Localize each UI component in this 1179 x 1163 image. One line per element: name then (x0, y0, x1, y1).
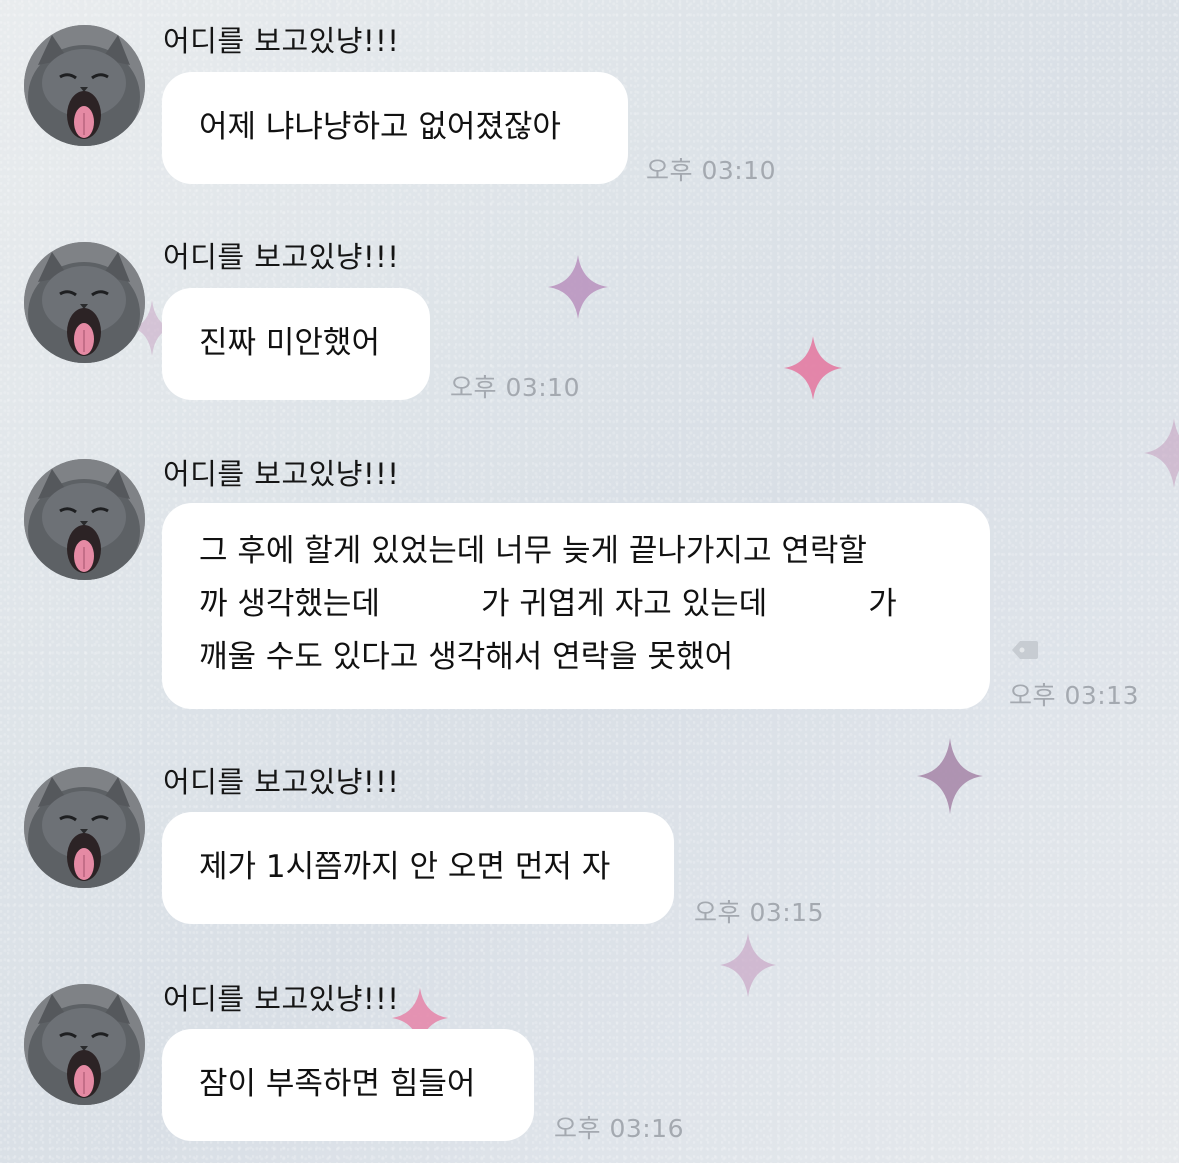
timestamp: 오후 03:16 (554, 1114, 684, 1143)
message-text: 그 후에 할게 있었는데 너무 늦게 끝나가지고 연락할 (199, 533, 867, 569)
message-bubble[interactable]: 잠이 부족하면 힘들어 (162, 1029, 534, 1141)
avatar[interactable] (24, 984, 145, 1105)
message-text: 어제 냐냐냥하고 없어졌잖아 (199, 109, 561, 145)
message-text: 제가 1시쯤까지 안 오면 먼저 자 (199, 849, 611, 885)
message-text: 잠이 부족하면 힘들어 (199, 1066, 476, 1102)
sender-name: 어디를 보고있냥!!! (163, 457, 400, 491)
timestamp: 오후 03:13 (1009, 681, 1139, 710)
message-bubble[interactable]: 제가 1시쯤까지 안 오면 먼저 자 (162, 812, 674, 924)
avatar[interactable] (24, 767, 145, 888)
cat-avatar-icon (24, 459, 145, 580)
sparkle-icon (784, 336, 842, 400)
cat-avatar-icon (24, 767, 145, 888)
message-bubble[interactable]: 어제 냐냐냥하고 없어졌잖아 (162, 72, 628, 184)
message-text-segment: 가 (868, 586, 897, 622)
cat-avatar-icon (24, 984, 145, 1105)
avatar[interactable] (24, 242, 145, 363)
sender-name: 어디를 보고있냥!!! (163, 24, 400, 58)
avatar[interactable] (24, 459, 145, 580)
sparkle-icon (720, 933, 776, 997)
message-text: 깨울 수도 있다고 생각해서 연락을 못했어 (199, 639, 734, 675)
message-bubble[interactable]: 그 후에 할게 있었는데 너무 늦게 끝나가지고 연락할 까 생각했는데 가 귀엽… (162, 503, 990, 709)
sparkle-icon (917, 738, 983, 814)
timestamp: 오후 03:10 (450, 373, 580, 402)
avatar[interactable] (24, 25, 145, 146)
sparkle-icon (1144, 418, 1179, 488)
timestamp: 오후 03:10 (646, 156, 776, 185)
tag-icon (1012, 641, 1038, 659)
sender-name: 어디를 보고있냥!!! (163, 240, 400, 274)
cat-avatar-icon (24, 25, 145, 146)
message-text: 까 생각했는데 가 귀엽게 자고 있는데 가 (199, 578, 960, 631)
sparkle-icon (548, 255, 608, 319)
sender-name: 어디를 보고있냥!!! (163, 765, 400, 799)
message-bubble[interactable]: 진짜 미안했어 (162, 288, 430, 400)
message-text: 진짜 미안했어 (199, 325, 380, 361)
timestamp: 오후 03:15 (694, 898, 824, 927)
sender-name: 어디를 보고있냥!!! (163, 982, 400, 1016)
message-text-segment: 까 생각했는데 (199, 586, 380, 622)
cat-avatar-icon (24, 242, 145, 363)
message-text-segment: 가 귀엽게 자고 있는데 (480, 586, 768, 622)
